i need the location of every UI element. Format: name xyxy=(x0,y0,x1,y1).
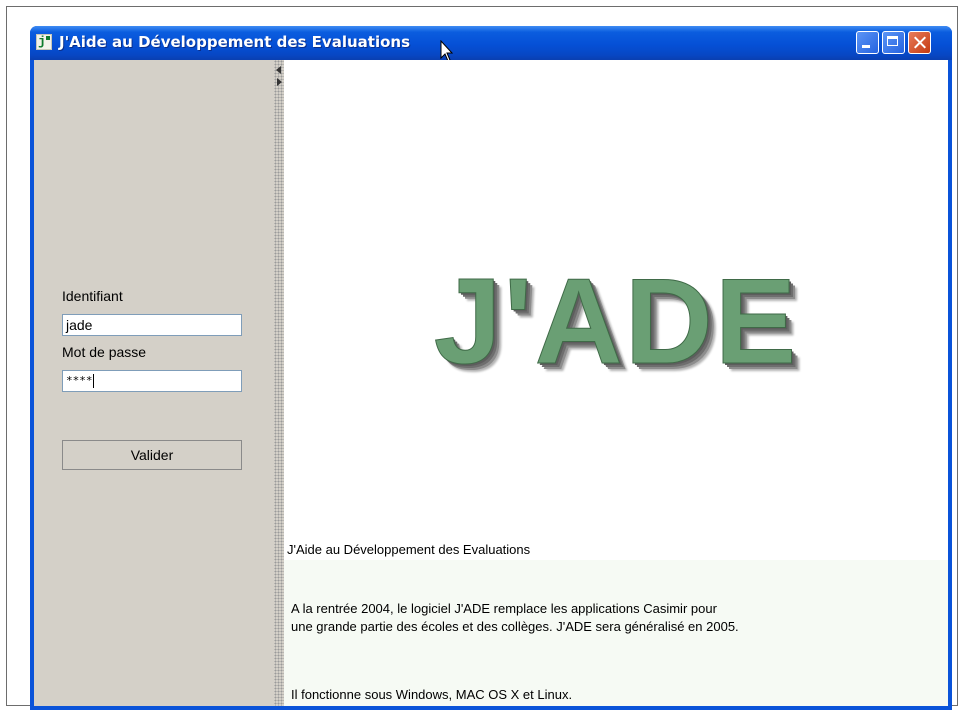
info-text-area: A la rentrée 2004, le logiciel J'ADE rem… xyxy=(284,560,948,706)
window-title: J'Aide au Développement des Evaluations xyxy=(59,33,410,51)
welcome-panel: J'ADE J'Aide au Développement des Evalua… xyxy=(284,60,948,706)
expand-right-arrow-icon[interactable] xyxy=(277,78,282,86)
app-tagline: J'Aide au Développement des Evaluations xyxy=(287,542,531,557)
window-client-area: Identifiant jade Mot de passe **** Valid… xyxy=(34,60,948,706)
java-app-icon: j xyxy=(36,34,52,50)
title-bar[interactable]: j J'Aide au Développement des Evaluation… xyxy=(30,26,952,62)
minimize-button[interactable] xyxy=(856,31,879,54)
close-button[interactable] xyxy=(908,31,931,54)
identifier-label: Identifiant xyxy=(62,288,123,304)
text-caret xyxy=(92,374,94,388)
info-paragraph: A la rentrée 2004, le logiciel J'ADE rem… xyxy=(291,600,739,636)
collapse-left-arrow-icon[interactable] xyxy=(276,66,281,74)
split-pane-divider[interactable] xyxy=(274,60,284,706)
password-mask: **** xyxy=(66,374,93,387)
login-panel: Identifiant jade Mot de passe **** Valid… xyxy=(34,60,274,706)
app-window: j J'Aide au Développement des Evaluation… xyxy=(30,26,952,710)
password-input[interactable]: **** xyxy=(62,370,242,392)
platform-paragraph: Il fonctionne sous Windows, MAC OS X et … xyxy=(291,687,573,702)
info-line-2: une grande partie des écoles et des coll… xyxy=(291,619,739,634)
jade-logo: J'ADE xyxy=(433,253,799,389)
maximize-button[interactable] xyxy=(882,31,905,54)
info-line-1: A la rentrée 2004, le logiciel J'ADE rem… xyxy=(291,601,717,616)
validate-button[interactable]: Valider xyxy=(62,440,242,470)
identifier-input[interactable]: jade xyxy=(62,314,242,336)
password-label: Mot de passe xyxy=(62,344,147,360)
